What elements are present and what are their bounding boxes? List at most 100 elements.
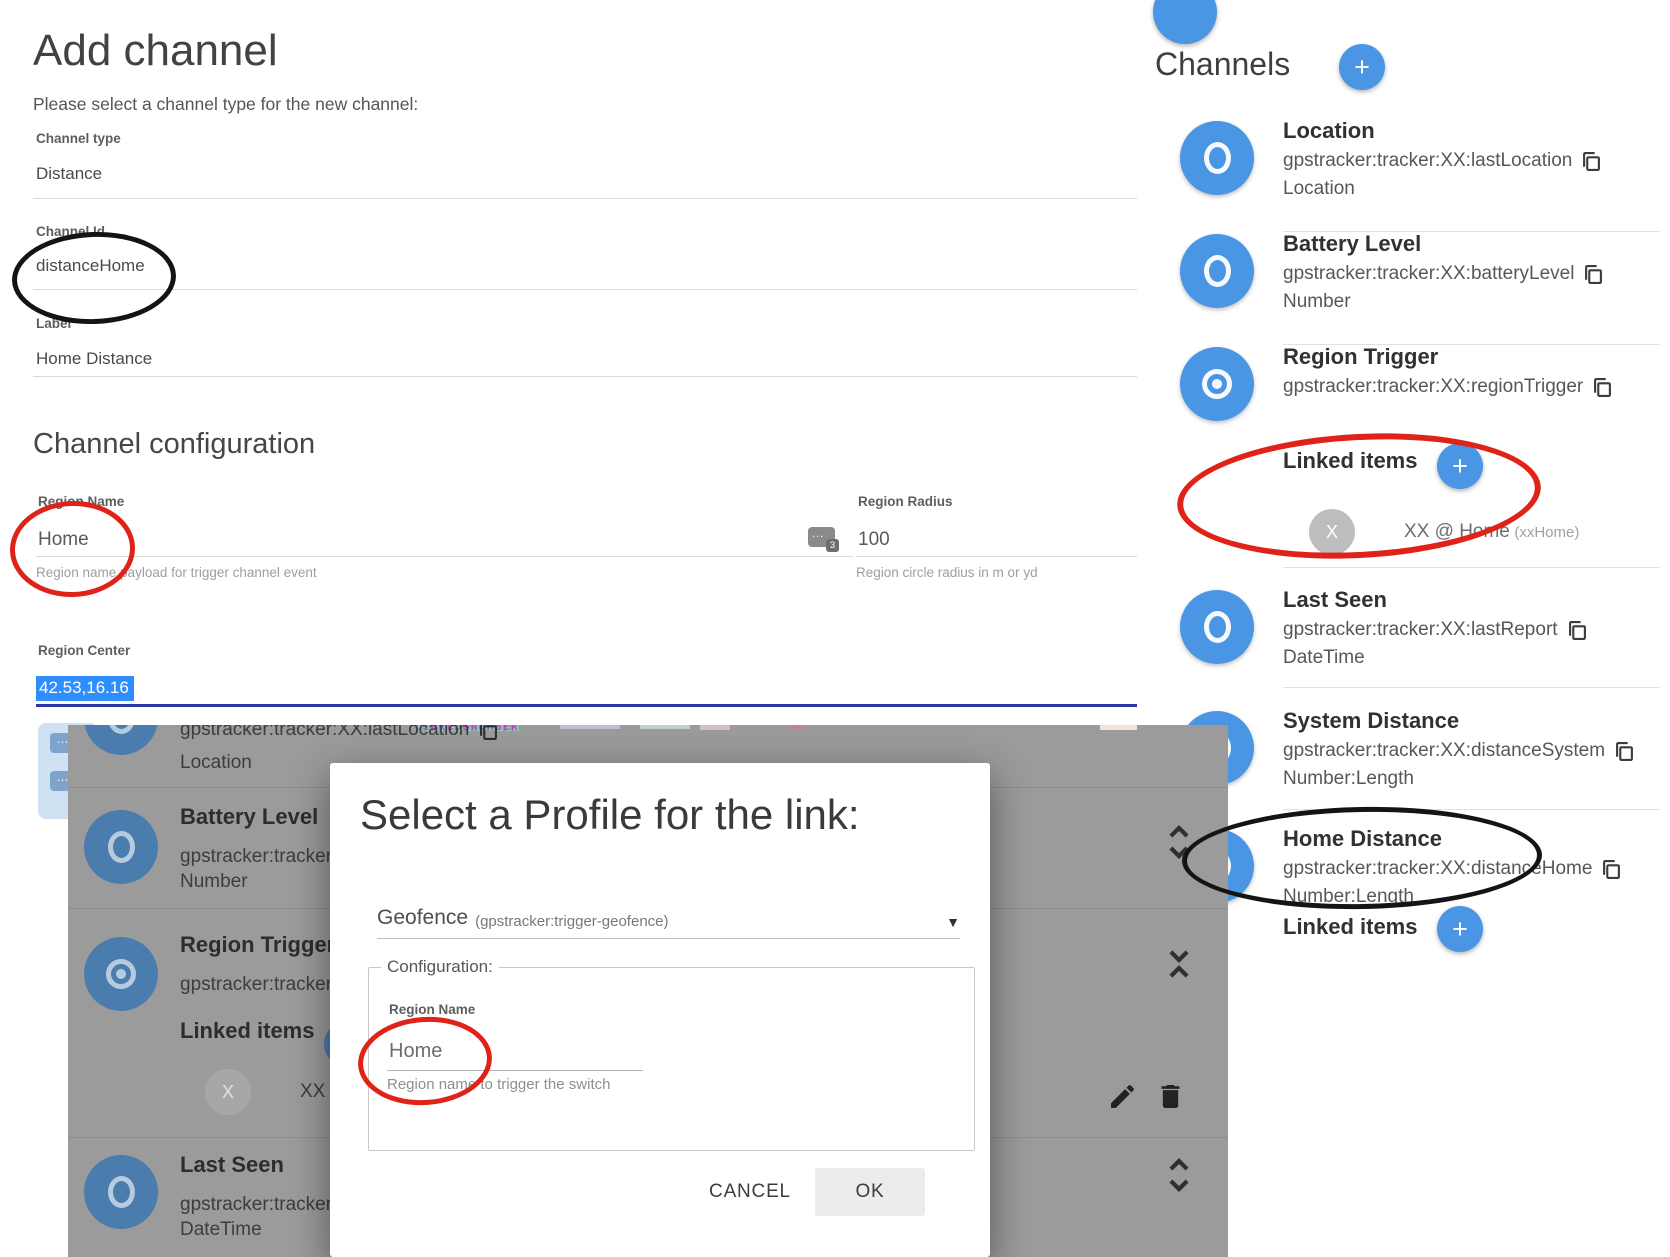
channel-title[interactable]: Location (1283, 118, 1375, 144)
delete-trash-icon (1161, 1085, 1180, 1108)
profile-selected-id: (gpstracker:trigger-geofence) (475, 913, 668, 930)
profile-dialog: Select a Profile for the link: Geofence … (330, 763, 990, 1257)
channel-uid-text: gpstracker:tracker:XX:lastReport (1283, 619, 1558, 641)
divider (36, 556, 853, 557)
channel-uid-text: gpstracker:tracker:XX:batteryLevel (1283, 263, 1574, 285)
unfold-less-icon (1166, 947, 1192, 981)
channel-type-dimmed: DateTime (180, 1219, 262, 1241)
divider (1283, 567, 1660, 568)
channel-title[interactable]: System Distance (1283, 708, 1459, 734)
profile-select[interactable]: Geofence (gpstracker:trigger-geofence) ▼ (377, 885, 960, 939)
channel-icon-dimmed (84, 725, 158, 755)
add-linked-item-button[interactable]: + (1437, 443, 1483, 489)
channel-type-dimmed: Location (180, 752, 252, 774)
channel-title[interactable]: Last Seen (1283, 587, 1387, 613)
label-field-input[interactable]: Home Distance (36, 349, 152, 369)
scroll-top-fab[interactable] (1153, 0, 1217, 44)
channel-type-select[interactable]: Distance (36, 164, 102, 184)
divider (33, 198, 1137, 199)
channel-id-label: Channel Id (36, 224, 105, 239)
cancel-button[interactable]: CANCEL (700, 1168, 800, 1216)
channel-uid-text: gpstracker:tracker:XX:lastLocation (180, 725, 469, 741)
channel-icon-dimmed (84, 1155, 158, 1229)
gps-tracker-thing-page: Add channel Please select a channel type… (0, 0, 1670, 1257)
channel-type: Number:Length (1283, 886, 1414, 908)
channel-uid: gpstracker:tracker:XX:lastLocation (1283, 150, 1600, 172)
copy-icon[interactable] (1616, 742, 1633, 761)
linked-items-header-dimmed: Linked items (180, 1018, 314, 1044)
channel-title[interactable]: Home Distance (1283, 826, 1442, 852)
channel-title[interactable]: Battery Level (1283, 231, 1421, 257)
region-name-input[interactable]: Home (38, 529, 89, 551)
channel-uid: gpstracker:tracker:XX:regionTrigger (1283, 376, 1611, 398)
linked-item-label: XX @ Home (1404, 521, 1510, 542)
keyboard-extension-icon[interactable]: ... 3 (808, 527, 835, 547)
channel-type: DateTime (1283, 647, 1365, 669)
copy-icon[interactable] (1583, 152, 1600, 171)
divider (1283, 809, 1660, 810)
channel-title-dimmed: Region Trigger (180, 932, 335, 958)
channel-uid: gpstracker:tracker:XX:distanceSystem (1283, 740, 1633, 762)
channel-type: Number (1283, 291, 1351, 313)
add-linked-item-button[interactable]: + (1437, 906, 1483, 952)
profile-selected-value: Geofence (377, 906, 468, 930)
keyboard-badge: 3 (826, 539, 839, 552)
configuration-fieldset: Configuration: Region Name Home Region n… (368, 967, 975, 1151)
keyboard-dots: ... (812, 530, 824, 538)
linked-item[interactable]: XX @ Home (xxHome) (1404, 521, 1579, 543)
region-radius-label: Region Radius (858, 494, 953, 509)
copy-icon (480, 725, 497, 740)
channel-uid-text: gpstracker:tracker:XX:regionTrigger (1283, 376, 1583, 398)
annotation-ellipse-black (10, 229, 177, 327)
channel-uid: gpstracker:tracker:XX:batteryLevel (1283, 263, 1602, 285)
linked-items-header: Linked items (1283, 448, 1417, 474)
channel-type-dimmed: Number (180, 871, 248, 893)
divider (1283, 687, 1660, 688)
channels-panel-title: Channels (1155, 46, 1290, 83)
edit-pencil-icon (1111, 1085, 1134, 1108)
copy-icon[interactable] (1594, 378, 1611, 397)
channel-uid-text: gpstracker:tracker:XX:lastLocation (1283, 150, 1572, 172)
channel-uid: gpstracker:tracker:XX:lastReport (1283, 619, 1586, 641)
modal-region-name-helper: Region name to trigger the switch (387, 1076, 610, 1093)
label-field-label: Label (36, 316, 71, 331)
region-radius-input[interactable]: 100 (858, 529, 890, 551)
linked-item-sublabel: (xxHome) (1514, 524, 1579, 541)
linked-item-avatar-dimmed: X (205, 1069, 251, 1115)
unfold-more-icon (1166, 1158, 1192, 1192)
channel-title-dimmed: Last Seen (180, 1152, 284, 1178)
unfold-more-icon (1166, 825, 1192, 859)
channel-icon-dimmed (84, 810, 158, 884)
modal-region-name-input[interactable]: Home (389, 1040, 442, 1063)
region-center-label: Region Center (38, 643, 130, 658)
region-center-input[interactable]: 42.53,16.16 (36, 676, 134, 701)
channel-uid-text: gpstracker:tracker:XX:distanceSystem (1283, 740, 1605, 762)
config-heading: Channel configuration (33, 428, 315, 461)
region-radius-helper: Region circle radius in m or yd (856, 565, 1038, 580)
channel-title[interactable]: Region Trigger (1283, 344, 1438, 370)
channel-uid: gpstracker:tracker:XX:distanceHome (1283, 858, 1620, 880)
modal-region-name-label: Region Name (389, 1002, 475, 1017)
page-title: Add channel (33, 26, 278, 76)
channel-id-input[interactable]: distanceHome (36, 256, 145, 276)
copy-icon[interactable] (1585, 265, 1602, 284)
add-channel-button[interactable]: + (1339, 44, 1385, 90)
focused-underline (36, 704, 1137, 707)
glitch-artifact (1100, 725, 1137, 730)
channel-uid-text: gpstracker:tracker:XX:distanceHome (1283, 858, 1592, 880)
channel-uid-dimmed: gpstracker:tracker:XX:lastLocation (180, 725, 497, 741)
chevron-down-icon: ▼ (946, 914, 960, 930)
dialog-title: Select a Profile for the link: (360, 791, 860, 839)
divider (33, 289, 1137, 290)
copy-icon[interactable] (1603, 860, 1620, 879)
glitch-artifact (560, 725, 620, 729)
copy-icon[interactable] (1569, 621, 1586, 640)
channel-icon-trigger (1180, 347, 1254, 421)
channel-icon (1180, 590, 1254, 664)
channel-type-label: Channel type (36, 131, 121, 146)
channel-title-dimmed: Battery Level (180, 804, 318, 830)
glitch-artifact (700, 725, 730, 730)
divider (33, 376, 1137, 377)
ok-button[interactable]: OK (815, 1168, 925, 1216)
region-name-helper: Region name payload for trigger channel … (36, 565, 317, 580)
